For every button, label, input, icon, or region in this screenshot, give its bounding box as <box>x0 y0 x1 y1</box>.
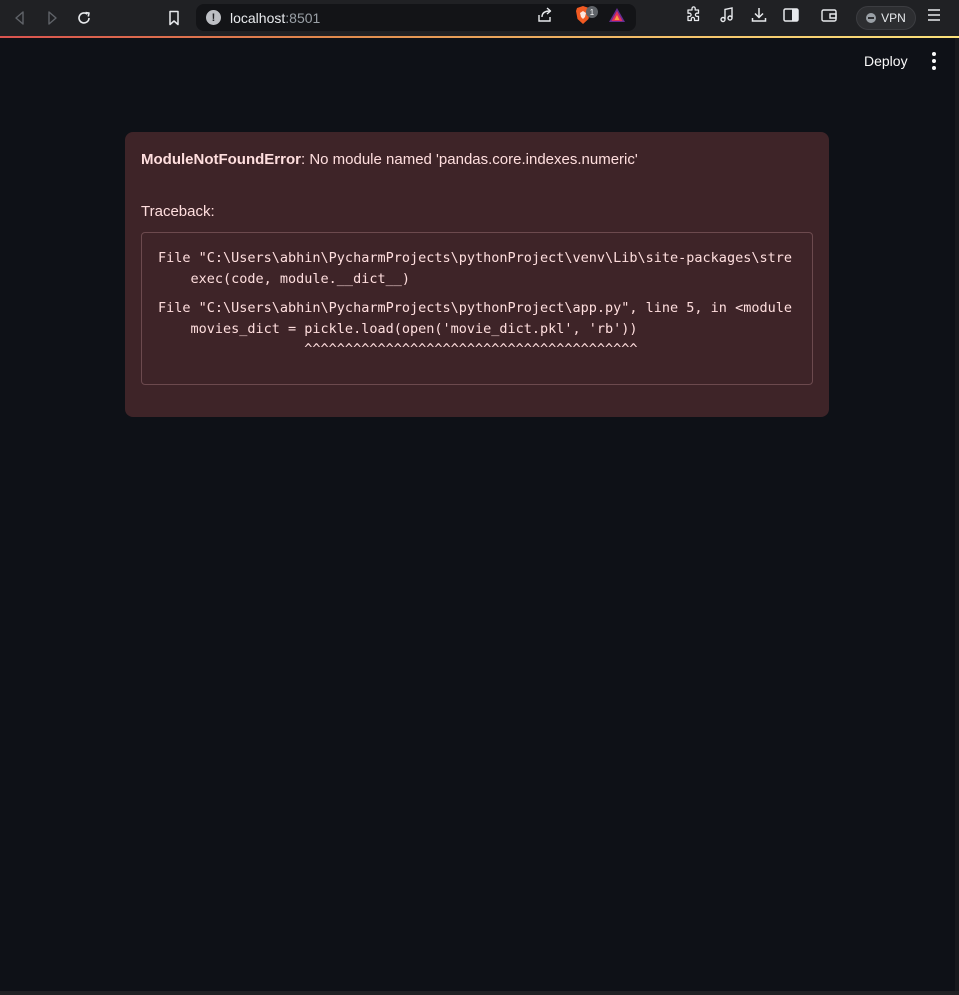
url-port: :8501 <box>285 10 321 26</box>
window-bottom-edge <box>0 991 959 995</box>
deploy-button[interactable]: Deploy <box>856 49 916 73</box>
download-icon[interactable] <box>750 6 768 28</box>
kebab-dot <box>932 52 936 56</box>
media-icon[interactable] <box>718 6 736 28</box>
streamlit-app: Deploy ModuleNotFoundError: No module na… <box>0 38 959 995</box>
error-text: : No module named 'pandas.core.indexes.n… <box>300 151 638 168</box>
vpn-label: VPN <box>881 11 906 25</box>
error-type: ModuleNotFoundError <box>141 151 301 168</box>
share-icon[interactable] <box>536 6 554 28</box>
kebab-dot <box>932 66 936 70</box>
info-icon[interactable]: ! <box>206 10 221 25</box>
traceback-line: movies_dict = pickle.load(open('movie_di… <box>158 321 638 337</box>
sidebar-icon[interactable] <box>782 6 800 28</box>
bookmark-icon[interactable] <box>162 6 186 30</box>
back-icon[interactable] <box>8 6 32 30</box>
traceback-line: File "C:\Users\abhin\PycharmProjects\pyt… <box>158 250 792 266</box>
traceback-label: Traceback: <box>141 203 215 220</box>
menu-icon[interactable] <box>926 6 942 28</box>
browser-toolbar: ! localhost:8501 1 VPN <box>0 0 959 36</box>
error-message: ModuleNotFoundError: No module named 'pa… <box>141 151 638 168</box>
main-menu-button[interactable] <box>924 49 944 73</box>
reload-icon[interactable] <box>72 6 96 30</box>
vpn-button[interactable]: VPN <box>856 6 916 30</box>
traceback-line: File "C:\Users\abhin\PycharmProjects\pyt… <box>158 300 792 316</box>
url-text[interactable]: localhost:8501 <box>230 10 320 26</box>
url-host: localhost <box>230 10 286 26</box>
brave-rewards-icon[interactable] <box>608 6 626 28</box>
extensions-icon[interactable] <box>685 6 703 28</box>
traceback-code[interactable]: File "C:\Users\abhin\PycharmProjects\pyt… <box>141 232 813 385</box>
traceback-line: ^^^^^^^^^^^^^^^^^^^^^^^^^^^^^^^^^^^^^^^^… <box>158 341 638 357</box>
window-edge <box>955 38 959 995</box>
wallet-icon[interactable] <box>820 6 838 28</box>
vpn-icon <box>866 13 877 23</box>
address-bar[interactable]: ! localhost:8501 <box>196 4 636 31</box>
traceback-line: exec(code, module.__dict__) <box>158 271 410 287</box>
exception-box: ModuleNotFoundError: No module named 'pa… <box>125 132 829 417</box>
brave-badge: 1 <box>586 6 598 18</box>
kebab-dot <box>932 59 936 63</box>
forward-icon[interactable] <box>40 6 64 30</box>
